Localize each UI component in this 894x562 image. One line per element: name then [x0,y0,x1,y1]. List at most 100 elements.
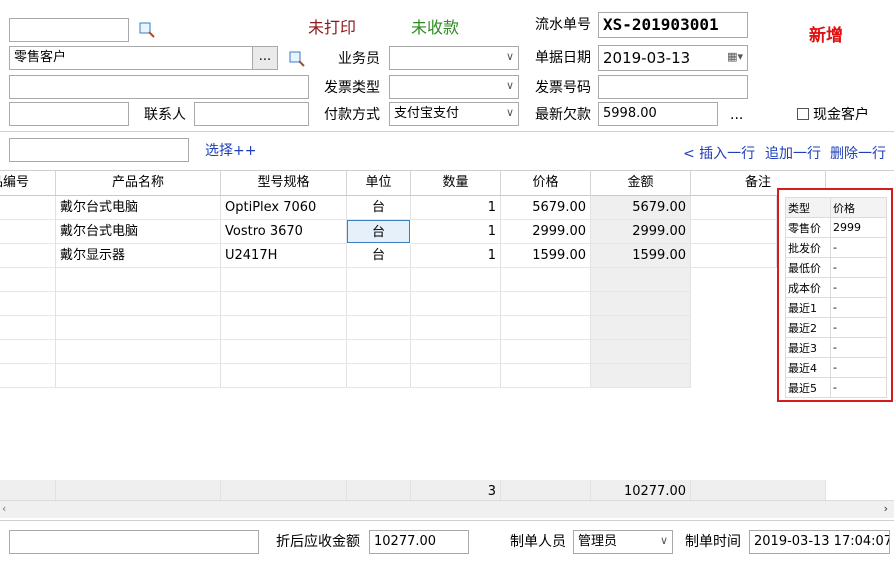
empty-cell[interactable] [591,340,691,364]
empty-cell[interactable] [0,340,56,364]
search-icon[interactable] [288,50,306,68]
empty-cell[interactable] [56,268,221,292]
empty-cell[interactable] [411,340,501,364]
select-products-link[interactable]: 选择++ [205,141,256,161]
cell-remark[interactable] [691,244,777,268]
col-header-amount[interactable]: 金额 [591,171,691,196]
col-header-code[interactable]: 品编号 [0,171,56,196]
empty-cell[interactable] [221,292,347,316]
empty-cell[interactable] [501,364,591,388]
cell-name[interactable]: 戴尔显示器 [56,244,221,268]
empty-cell[interactable] [221,364,347,388]
cell-price[interactable]: 5679.00 [501,196,591,220]
empty-cell[interactable] [56,364,221,388]
empty-cell[interactable] [411,268,501,292]
contact-field[interactable] [194,102,309,126]
cell-price[interactable]: 1599.00 [501,244,591,268]
cell-remark[interactable] [691,220,777,244]
empty-cell[interactable] [501,292,591,316]
popup-row[interactable]: 最近3- [785,337,887,358]
empty-cell[interactable] [0,292,56,316]
salesperson-select[interactable]: ∨ [389,46,519,70]
empty-cell[interactable] [0,268,56,292]
popup-row[interactable]: 最近1- [785,297,887,318]
empty-cell[interactable] [591,364,691,388]
invoice-type-select[interactable]: ∨ [389,75,519,99]
customer-search-input[interactable] [9,18,129,42]
product-grid[interactable]: 品编号 产品名称 型号规格 单位 数量 价格 金额 备注 戴尔台式电脑 Opti… [0,170,894,520]
empty-cell[interactable] [501,316,591,340]
customer-name-field[interactable]: 零售客户 [9,46,253,70]
cell-name[interactable]: 戴尔台式电脑 [56,196,221,220]
scroll-right-icon[interactable]: › [884,502,888,515]
payment-method-select[interactable]: 支付宝支付 ∨ [389,102,519,126]
popup-row[interactable]: 最近5- [785,377,887,398]
empty-cell[interactable] [411,292,501,316]
empty-cell[interactable] [56,292,221,316]
cell-unit[interactable]: 台 [347,244,411,268]
empty-cell[interactable] [591,316,691,340]
empty-cell[interactable] [347,268,411,292]
address-field[interactable] [9,75,309,99]
empty-cell[interactable] [347,364,411,388]
creator-select[interactable]: 管理员 ∨ [573,530,673,554]
empty-cell[interactable] [221,268,347,292]
cell-qty[interactable]: 1 [411,196,501,220]
empty-cell[interactable] [411,316,501,340]
cell-unit[interactable]: 台 [347,196,411,220]
popup-row[interactable]: 最近2- [785,317,887,338]
popup-row[interactable]: 最低价 - [785,257,887,278]
table-row[interactable] [0,220,56,244]
calendar-icon[interactable]: ▦▾ [727,50,743,63]
popup-row[interactable]: 批发价 - [785,237,887,258]
date-picker[interactable]: 2019-03-13 ▦▾ [598,45,748,71]
empty-cell[interactable] [56,340,221,364]
cash-customer-checkbox[interactable] [797,108,809,120]
col-header-qty[interactable]: 数量 [411,171,501,196]
popup-row[interactable]: 最近4- [785,357,887,378]
product-search-input[interactable] [9,138,189,162]
empty-cell[interactable] [501,340,591,364]
horizontal-scrollbar[interactable]: ‹ › [0,500,894,518]
empty-cell[interactable] [591,292,691,316]
empty-cell[interactable] [56,316,221,340]
scroll-left-icon[interactable]: ‹ [2,502,6,515]
debt-detail-button[interactable]: ... [730,103,743,127]
popup-row[interactable]: 成本价 - [785,277,887,298]
browse-customer-button[interactable]: ... [252,46,278,70]
col-header-name[interactable]: 产品名称 [56,171,221,196]
search-icon[interactable] [138,21,156,39]
empty-cell[interactable] [501,268,591,292]
empty-cell[interactable] [221,316,347,340]
empty-cell[interactable] [0,316,56,340]
col-header-model[interactable]: 型号规格 [221,171,347,196]
table-row[interactable] [0,196,56,220]
insert-row-link[interactable]: < 插入一行 [683,144,755,164]
cell-qty[interactable]: 1 [411,220,501,244]
cell-price[interactable]: 2999.00 [501,220,591,244]
cell-model[interactable]: OptiPlex 7060 [221,196,347,220]
cell-unit-selected[interactable]: 台 [347,220,410,243]
cell-model[interactable]: Vostro 3670 [221,220,347,244]
memo-field[interactable] [9,530,259,554]
empty-cell[interactable] [591,268,691,292]
cell-name[interactable]: 戴尔台式电脑 [56,220,221,244]
col-header-price[interactable]: 价格 [501,171,591,196]
cell-model[interactable]: U2417H [221,244,347,268]
invoice-number-field[interactable] [598,75,748,99]
table-row[interactable] [0,244,56,268]
col-header-unit[interactable]: 单位 [347,171,411,196]
empty-cell[interactable] [347,316,411,340]
empty-cell[interactable] [347,340,411,364]
empty-cell[interactable] [347,292,411,316]
serial-number-field[interactable]: XS-201903001 [598,12,748,38]
empty-cell[interactable] [221,340,347,364]
price-history-popup[interactable]: 类型 价格 零售价 2999 批发价 - 最低价 - 成本价 - 最近1- 最近2- 最近3- 最近4… [777,188,893,402]
empty-cell[interactable] [0,364,56,388]
cell-qty[interactable]: 1 [411,244,501,268]
cell-remark[interactable] [691,196,777,220]
delete-row-link[interactable]: 删除一行 [830,144,886,164]
append-row-link[interactable]: 追加一行 [765,144,821,164]
popup-row[interactable]: 零售价 2999 [785,217,887,238]
empty-cell[interactable] [411,364,501,388]
